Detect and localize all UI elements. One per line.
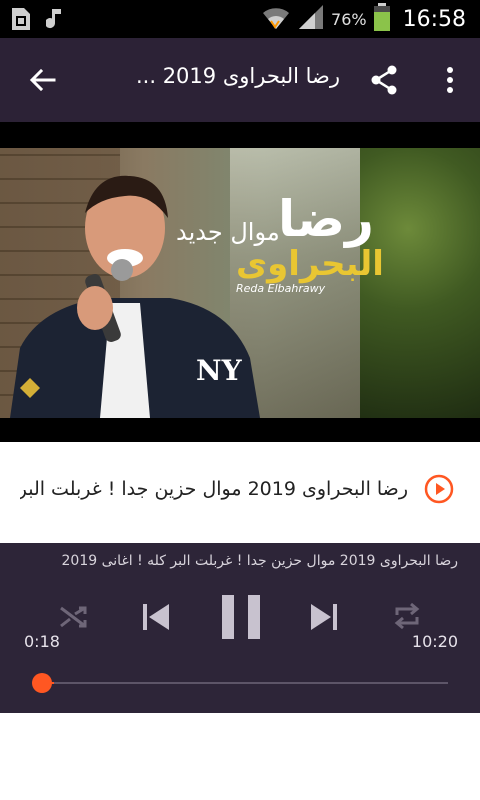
next-button[interactable]: [308, 601, 340, 633]
signal-icon: [297, 3, 325, 35]
player-track-title: رضا البحراوى 2019 موال حزين جدا ! غربلت …: [61, 553, 458, 569]
seek-thumb[interactable]: [32, 673, 52, 693]
previous-button[interactable]: [140, 601, 172, 633]
play-circle-button[interactable]: [424, 474, 454, 504]
more-vertical-icon: [447, 67, 453, 93]
sim-icon: [10, 6, 32, 36]
overflow-menu-button[interactable]: [442, 64, 458, 96]
status-right-icons: 76% 16:58: [261, 0, 466, 38]
video-thumbnail[interactable]: NY رضا موال جديد البحراوى Reda Elbahrawy: [0, 148, 480, 418]
now-playing-item[interactable]: رضا البحراوى 2019 موال حزين جدا ! غربلت …: [0, 442, 480, 543]
total-duration: 10:20: [411, 632, 458, 651]
audio-player: رضا البحراوى 2019 موال حزين جدا ! غربلت …: [0, 543, 480, 713]
battery-percent: 76%: [331, 9, 367, 29]
seek-bar[interactable]: [42, 682, 448, 684]
clock: 16:58: [402, 6, 466, 32]
skip-next-icon: [311, 604, 337, 630]
arrow-left-icon: [29, 68, 56, 92]
singer-image: NY: [10, 175, 260, 418]
toolbar: رضا البحراوى 2019 ...: [0, 38, 480, 122]
empty-content-area: [0, 713, 480, 800]
status-left-icons: [10, 6, 66, 36]
share-button[interactable]: [368, 64, 400, 96]
shuffle-icon: [60, 606, 87, 628]
repeat-icon: [394, 602, 420, 630]
svg-text:NY: NY: [196, 354, 243, 387]
video-player-area: NY رضا موال جديد البحراوى Reda Elbahrawy: [0, 122, 480, 442]
shuffle-button[interactable]: [58, 601, 88, 631]
page-title: رضا البحراوى 2019 ...: [135, 64, 340, 88]
pause-button[interactable]: [222, 595, 260, 639]
status-bar: 76% 16:58: [0, 0, 480, 38]
play-circle-icon: [424, 474, 454, 504]
thumbnail-name-line2: البحراوى: [236, 244, 384, 284]
repeat-button[interactable]: [392, 601, 422, 631]
thumbnail-name-line1: رضا: [278, 190, 374, 248]
skip-previous-icon: [143, 604, 169, 630]
music-note-icon: [45, 6, 66, 36]
wifi-icon: [261, 3, 291, 35]
battery-icon: [373, 2, 391, 36]
thumbnail-tagline: موال جديد: [176, 218, 280, 246]
now-playing-title: رضا البحراوى 2019 موال حزين جدا ! غربلت …: [20, 478, 408, 500]
back-button[interactable]: [26, 64, 58, 96]
thumbnail-signature: Reda Elbahrawy: [236, 282, 326, 295]
elapsed-time: 0:18: [24, 632, 60, 651]
pause-icon: [222, 595, 260, 639]
share-icon: [371, 65, 397, 95]
